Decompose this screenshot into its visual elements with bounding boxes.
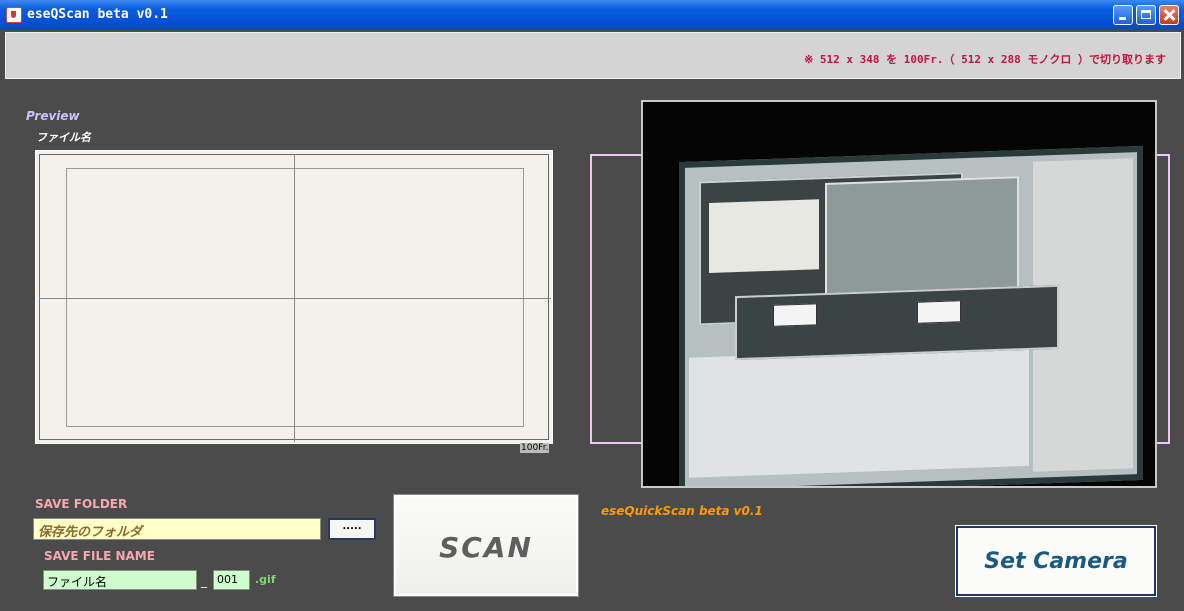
file-number-value: 001 — [217, 573, 238, 586]
camera-image-button — [917, 300, 961, 324]
info-text: ※ 512 x 348 を 100Fr.（ 512 x 288 モノクロ ）で切… — [804, 53, 1166, 66]
camera-image-button — [773, 303, 817, 327]
scan-button[interactable]: SCAN — [393, 494, 579, 597]
window-title: eseQScan beta v0.1 — [27, 7, 168, 22]
camera-image-monitor — [679, 145, 1143, 486]
maximize-button[interactable] — [1136, 5, 1156, 25]
version-label: eseQuickScan beta v0.1 — [601, 504, 763, 518]
info-bar: ※ 512 x 348 を 100Fr.（ 512 x 288 モノクロ ）で切… — [5, 32, 1181, 79]
file-number-input[interactable]: 001 — [213, 570, 250, 590]
set-camera-button-label: Set Camera — [984, 549, 1128, 574]
preview-label: Preview — [26, 109, 80, 123]
file-name-value: ファイル名 — [47, 575, 108, 589]
horizontal-guide-line — [39, 298, 551, 299]
camera-image-window — [689, 345, 1029, 478]
save-folder-value: 保存先のフォルダ — [38, 525, 143, 540]
filename-separator: _ — [201, 574, 207, 588]
preview-filename-label: ファイル名 — [36, 131, 91, 144]
close-button[interactable] — [1159, 5, 1179, 25]
preview-area — [35, 150, 553, 444]
browse-folder-button[interactable]: ..... — [328, 518, 376, 540]
save-folder-label: SAVE FOLDER — [35, 497, 128, 511]
save-folder-input[interactable]: 保存先のフォルダ — [33, 518, 321, 540]
camera-image-app-window — [735, 284, 1059, 361]
title-bar[interactable]: eseQScan beta v0.1 — [0, 0, 1184, 30]
set-camera-button[interactable]: Set Camera — [955, 525, 1157, 597]
camera-image-app-window — [825, 176, 1019, 298]
camera-preview — [641, 100, 1157, 488]
frame-count-label: 100Fr. — [520, 443, 550, 453]
minimize-button[interactable] — [1113, 5, 1133, 25]
file-extension-label: .gif — [255, 573, 276, 586]
scan-button-label: SCAN — [439, 531, 533, 564]
file-name-input[interactable]: ファイル名 — [43, 570, 197, 590]
save-file-name-label: SAVE FILE NAME — [44, 549, 155, 563]
java-app-icon — [6, 7, 22, 23]
